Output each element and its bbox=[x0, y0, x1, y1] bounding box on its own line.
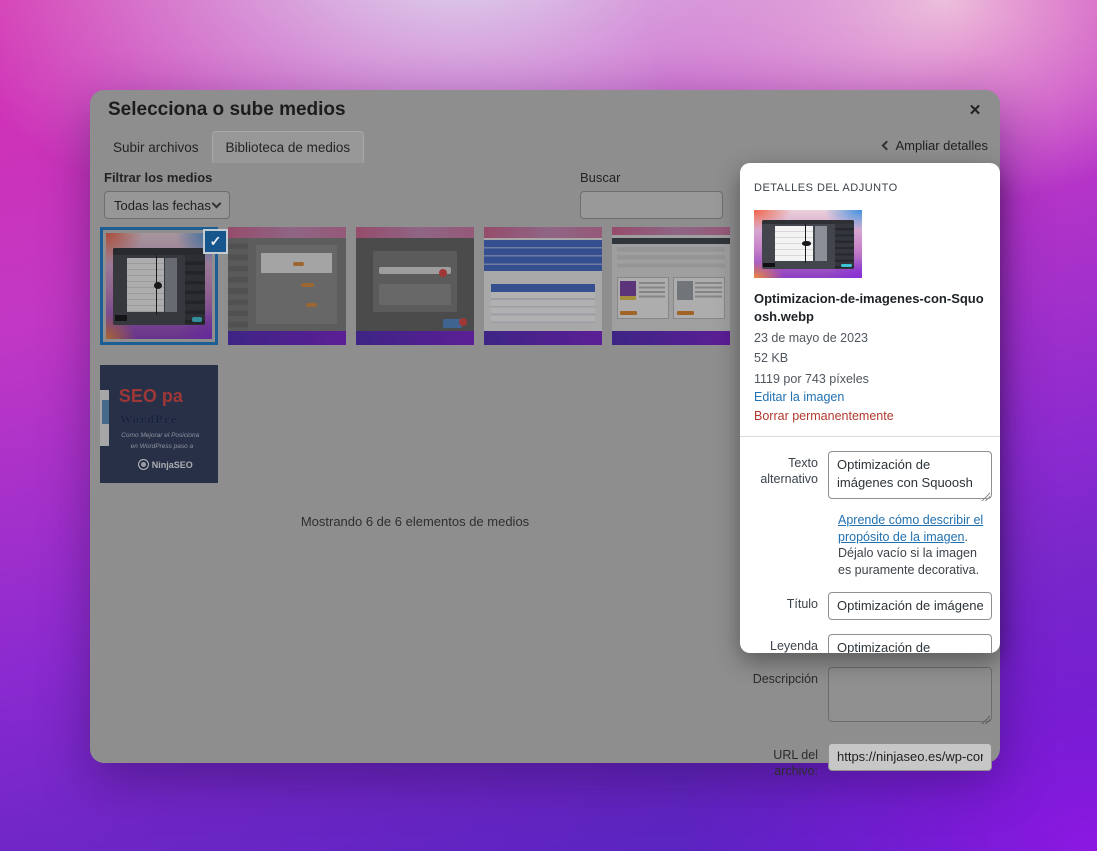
chevron-left-icon bbox=[881, 141, 891, 151]
media-modal: Selecciona o sube medios ✕ Subir archivo… bbox=[90, 90, 1000, 763]
attachment-date: 23 de mayo de 2023 bbox=[754, 330, 986, 347]
media-item-blue-table[interactable] bbox=[484, 227, 602, 345]
expand-details-label: Ampliar detalles bbox=[896, 138, 989, 153]
media-item-plugin-cards[interactable] bbox=[612, 227, 730, 345]
description-label: Descripción bbox=[740, 667, 828, 688]
divider bbox=[740, 436, 1000, 437]
selected-check-icon[interactable]: ✓ bbox=[203, 229, 228, 254]
edit-image-link[interactable]: Editar la imagen bbox=[754, 389, 986, 406]
attachment-filesize: 52 KB bbox=[754, 350, 986, 367]
title-label: Título bbox=[740, 592, 828, 613]
chevron-down-icon bbox=[212, 199, 222, 209]
alt-text-label: Texto alternativo bbox=[740, 451, 828, 487]
alt-text-help: Aprende cómo describir el propósito de l… bbox=[838, 512, 992, 578]
date-filter-value: Todas las fechas bbox=[114, 198, 211, 213]
attachment-dimensions: 1119 por 743 píxeles bbox=[754, 371, 986, 388]
settings-thumbnail-image bbox=[228, 227, 346, 345]
desktop-background: Selecciona o sube medios ✕ Subir archivo… bbox=[0, 0, 1097, 851]
delete-permanently-link[interactable]: Borrar permanentemente bbox=[754, 408, 986, 425]
title-input[interactable] bbox=[828, 592, 992, 620]
ninjaseo-badge-icon bbox=[138, 459, 149, 470]
search-label: Buscar bbox=[580, 170, 620, 185]
ninjaseo-logo: NinjaSEO bbox=[138, 459, 193, 470]
attachment-filename: Optimizacion-de-imagenes-con-Squoosh.web… bbox=[754, 290, 986, 326]
caption-label: Leyenda bbox=[740, 634, 828, 653]
search-input[interactable] bbox=[580, 191, 723, 219]
dimmed-fields-section: Descripción URL del archivo: bbox=[740, 653, 1000, 779]
media-item-settings-page[interactable] bbox=[228, 227, 346, 345]
table-thumbnail-image bbox=[484, 227, 602, 345]
modal-title: Selecciona o sube medios bbox=[108, 99, 346, 121]
media-item-seo-banner[interactable]: SEO pa WordPre Como Mejorar el Posiciona… bbox=[100, 365, 218, 483]
squoosh-thumbnail-image bbox=[106, 233, 212, 339]
tabs-row: Subir archivos Biblioteca de medios bbox=[100, 131, 364, 163]
attachment-preview-image bbox=[754, 210, 862, 278]
expand-details-link[interactable]: Ampliar detalles bbox=[883, 138, 989, 153]
details-heading: DETALLES DEL ADJUNTO bbox=[754, 182, 986, 194]
media-grid: ✓ bbox=[100, 227, 740, 483]
date-filter-select[interactable]: Todas las fechas bbox=[104, 191, 230, 219]
tab-biblioteca-de-medios[interactable]: Biblioteca de medios bbox=[212, 131, 365, 163]
file-url-label: URL del archivo: bbox=[740, 743, 828, 779]
caption-textarea[interactable]: Optimización de imágenes con Squoosh bbox=[828, 634, 992, 653]
alt-text-textarea[interactable]: Optimización de imágenes con Squoosh bbox=[828, 451, 992, 499]
media-count-status: Mostrando 6 de 6 elementos de medios bbox=[100, 514, 730, 529]
attachment-details-panel: DETALLES DEL ADJUNTO Optimizacion-de-ima… bbox=[740, 163, 1000, 653]
media-item-dark-dialog[interactable] bbox=[356, 227, 474, 345]
description-textarea[interactable] bbox=[828, 667, 992, 722]
media-item-squoosh-selected[interactable]: ✓ bbox=[100, 227, 218, 345]
file-url-input[interactable] bbox=[828, 743, 992, 771]
dialog-thumbnail-image bbox=[356, 227, 474, 345]
tab-subir-archivos[interactable]: Subir archivos bbox=[100, 131, 212, 163]
plugins-thumbnail-image bbox=[612, 227, 730, 345]
alt-help-link[interactable]: Aprende cómo describir el propósito de l… bbox=[838, 513, 983, 544]
close-icon[interactable]: ✕ bbox=[964, 100, 986, 122]
seo-banner-thumbnail-image: SEO pa WordPre Como Mejorar el Posiciona… bbox=[100, 365, 218, 483]
filter-label: Filtrar los medios bbox=[104, 170, 212, 185]
